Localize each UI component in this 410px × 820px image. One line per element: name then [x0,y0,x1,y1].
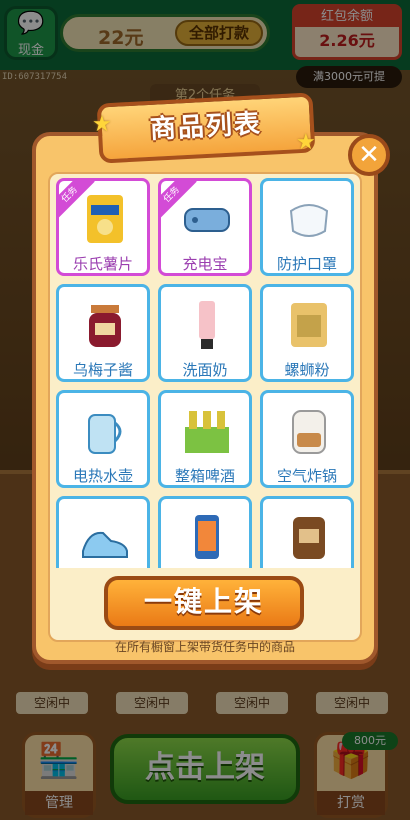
sneaker-icon [82,531,128,558]
phone-icon [195,515,219,559]
product-label: 洗面奶 [182,361,228,379]
power-bank-icon [184,208,230,232]
product-card[interactable] [158,496,252,568]
one-click-shelve-button[interactable]: 一键上架 [104,576,304,630]
product-card[interactable]: 任务 乐氏薯片 [56,178,150,276]
product-label: 整箱啤酒 [174,467,235,485]
product-card[interactable] [56,496,150,568]
beer-case-icon [185,411,229,453]
jam-jar-icon [89,305,121,347]
product-card[interactable]: 任务 充电宝 [158,178,252,276]
product-card[interactable]: 电热水壶 [56,390,150,488]
product-card[interactable]: 洗面奶 [158,284,252,382]
product-label: 空气炸锅 [276,467,337,485]
star-icon: ★ [92,112,112,137]
tea-tin-icon [293,517,325,559]
product-card[interactable] [260,496,354,568]
modal-title-banner: 商品列表 [96,92,316,164]
chips-icon [87,195,123,243]
product-label: 防护口罩 [276,255,337,273]
product-grid: 任务 乐氏薯片 任务 充电宝 防护口罩 乌梅子酱 洗面奶 螺蛳粉 电热水壶 整箱… [56,178,354,568]
product-label: 充电宝 [182,255,228,273]
product-card[interactable]: 乌梅子酱 [56,284,150,382]
modal-hint: 在所有橱窗上架带货任务中的商品 [114,640,295,654]
kettle-icon [88,414,122,454]
product-card[interactable]: 整箱啤酒 [158,390,252,488]
product-label: 螺蛳粉 [284,361,330,379]
modal-title: 商品列表 [149,109,263,145]
air-fryer-icon [292,410,326,454]
product-label: 乐氏薯片 [72,255,133,273]
product-card[interactable]: 空气炸锅 [260,390,354,488]
mask-icon [289,204,329,237]
product-label: 乌梅子酱 [72,361,133,379]
noodle-pack-icon [291,303,327,347]
cleanser-tube-icon [199,301,215,349]
product-card[interactable]: 防护口罩 [260,178,354,276]
close-button[interactable]: ✕ [348,134,390,176]
product-card[interactable]: 螺蛳粉 [260,284,354,382]
product-label: 电热水壶 [72,467,133,485]
star-icon: ★ [296,130,316,155]
close-icon: ✕ [358,140,380,170]
